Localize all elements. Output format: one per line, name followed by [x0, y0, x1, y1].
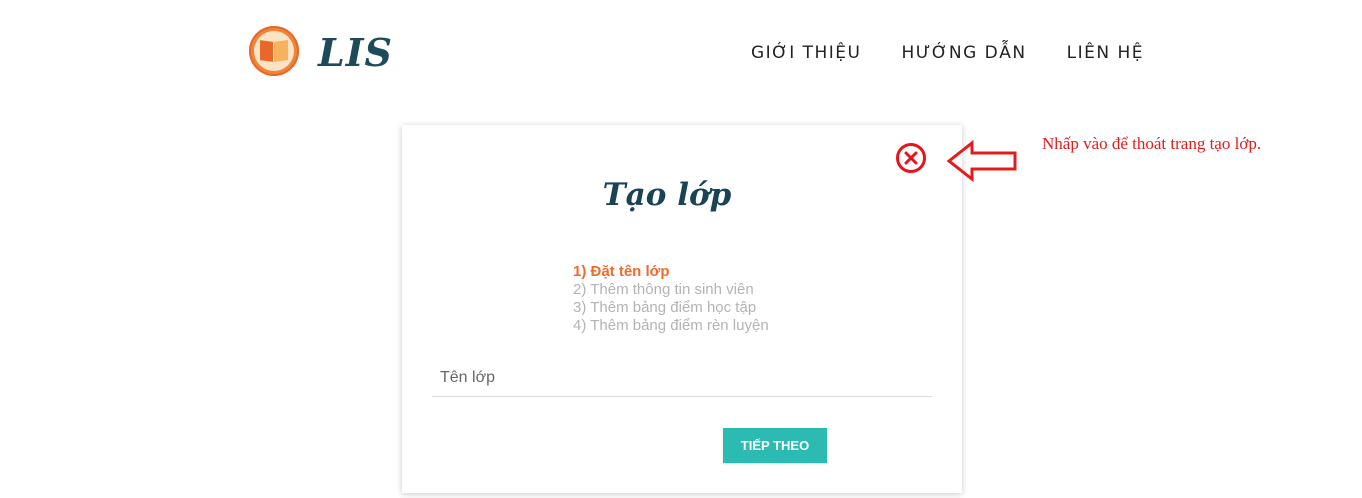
step-item: 4) Thêm bảng điểm rèn luyện — [573, 317, 769, 334]
logo-text[interactable]: LIS — [318, 30, 393, 75]
left-arrow-icon — [946, 139, 1017, 183]
nav-link-huong-dan[interactable]: HƯỚNG DẪN — [902, 43, 1027, 63]
step-item: 2) Thêm thông tin sinh viên — [573, 281, 754, 298]
nav-link-lien-he[interactable]: LIÊN HỆ — [1067, 43, 1144, 63]
nav-link-gioi-thieu[interactable]: GIỚI THIỆU — [751, 43, 862, 63]
logo-emblem-icon[interactable] — [249, 26, 299, 76]
close-icon — [904, 151, 918, 165]
annotation-text: Nhấp vào để thoát trang tạo lớp. — [1042, 134, 1262, 153]
page: LIS GIỚI THIỆU HƯỚNG DẪN LIÊN HỆ Tạo lớp… — [0, 0, 1362, 498]
create-class-modal: Tạo lớp 1) Đặt tên lớp 2) Thêm thông tin… — [402, 125, 962, 493]
next-button[interactable]: TIẾP THEO — [723, 428, 827, 463]
step-item-active: 1) Đặt tên lớp — [573, 263, 670, 280]
step-list: 1) Đặt tên lớp 2) Thêm thông tin sinh vi… — [573, 263, 769, 335]
close-button[interactable] — [896, 143, 926, 173]
step-item: 3) Thêm bảng điểm học tập — [573, 299, 757, 316]
class-name-field — [432, 360, 932, 397]
class-name-input[interactable] — [432, 360, 932, 396]
modal-title: Tạo lớp — [602, 177, 732, 213]
main-nav: GIỚI THIỆU HƯỚNG DẪN LIÊN HỆ — [751, 43, 1144, 63]
